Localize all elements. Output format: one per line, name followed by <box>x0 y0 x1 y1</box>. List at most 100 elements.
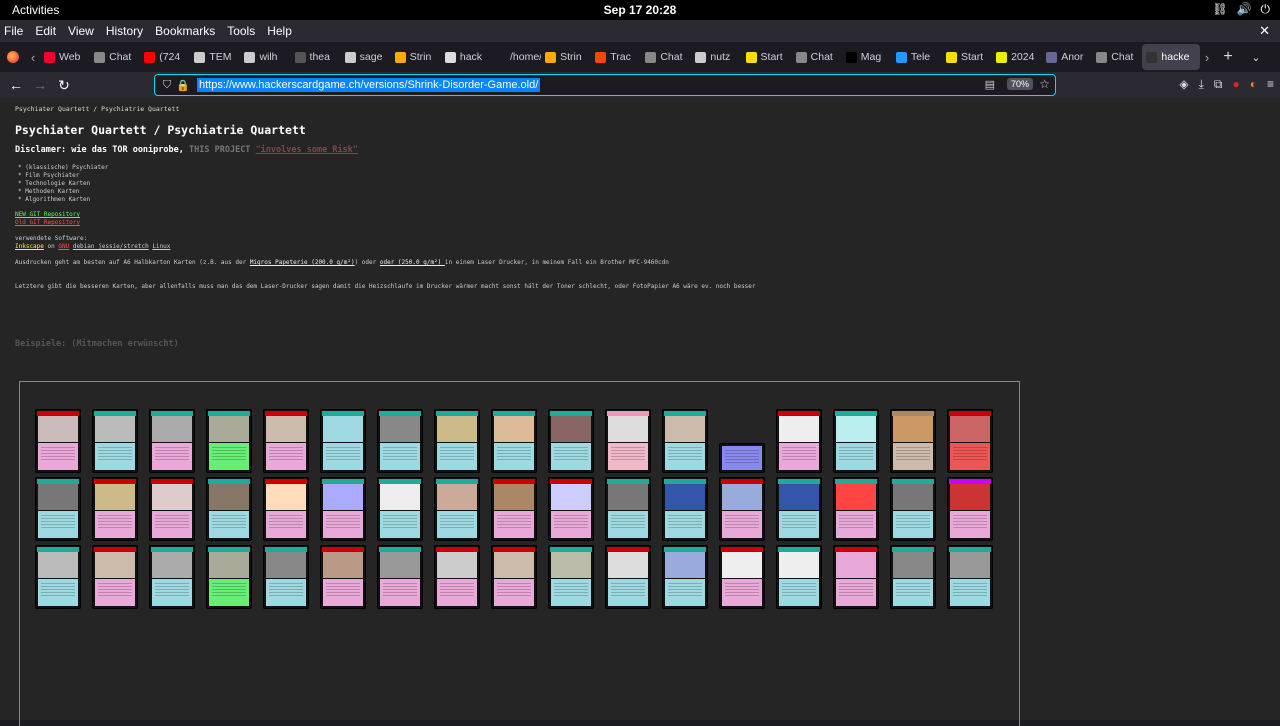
tab-19[interactable]: 2024 <box>992 44 1042 70</box>
tab-3[interactable]: TEM <box>190 44 240 70</box>
card-thumbnail[interactable] <box>377 477 423 541</box>
tab-12[interactable]: Chat <box>641 44 691 70</box>
clock[interactable]: Sep 17 20:28 <box>0 3 1280 17</box>
pocket-icon[interactable]: ◈ <box>1179 77 1188 92</box>
card-thumbnail[interactable] <box>548 409 594 473</box>
card-thumbnail[interactable] <box>548 477 594 541</box>
tab-7[interactable]: Strin <box>391 44 441 70</box>
url-text[interactable]: https://www.hackerscardgame.ch/versions/… <box>197 78 541 92</box>
card-thumbnail[interactable] <box>434 409 480 473</box>
card-thumbnail[interactable] <box>605 477 651 541</box>
card-thumbnail[interactable] <box>491 409 537 473</box>
firefox-view-icon[interactable] <box>0 42 26 72</box>
tracking-shield-icon[interactable]: ⛉ <box>159 79 175 92</box>
card-thumbnail[interactable] <box>662 409 708 473</box>
card-thumbnail[interactable] <box>149 409 195 473</box>
card-thumbnail[interactable] <box>320 409 366 473</box>
tab-8[interactable]: hack <box>441 44 491 70</box>
tab-1[interactable]: Chat <box>90 44 140 70</box>
tab-scroll-left-icon[interactable]: ‹ <box>26 50 40 65</box>
tab-17[interactable]: Tele <box>892 44 942 70</box>
card-thumbnail[interactable] <box>149 545 195 609</box>
tab-9[interactable]: /home/r <box>491 44 541 70</box>
oder-link[interactable]: oder (250.0 g/m²) <box>380 259 445 266</box>
extension-icon[interactable]: ◐ <box>1250 77 1257 92</box>
zoom-level-badge[interactable]: 70% <box>1006 78 1033 90</box>
card-thumbnail[interactable] <box>890 409 936 473</box>
tab-6[interactable]: sage <box>341 44 391 70</box>
card-thumbnail[interactable] <box>320 545 366 609</box>
card-thumbnail[interactable] <box>35 545 81 609</box>
card-thumbnail[interactable] <box>548 545 594 609</box>
back-icon[interactable]: ← <box>4 77 28 93</box>
tab-21[interactable]: Chat <box>1092 44 1142 70</box>
card-thumbnail[interactable] <box>35 409 81 473</box>
forward-icon[interactable]: → <box>28 77 52 93</box>
card-thumbnail[interactable] <box>491 477 537 541</box>
tab-2[interactable]: (724 <box>140 44 190 70</box>
card-thumbnail[interactable] <box>947 409 993 473</box>
extensions-icon[interactable]: ⧉ <box>1214 77 1223 92</box>
menu-view[interactable]: View <box>62 24 100 38</box>
new-tab-icon[interactable]: + <box>1214 48 1242 66</box>
reader-view-icon[interactable]: ▤ <box>985 78 995 91</box>
card-thumbnail[interactable] <box>263 477 309 541</box>
system-tray[interactable]: ⛓ 🔊 ⏻ <box>1212 2 1270 17</box>
tab-scroll-right-icon[interactable]: › <box>1200 50 1214 65</box>
card-thumbnail[interactable] <box>776 409 822 473</box>
tab-14[interactable]: Start <box>742 44 792 70</box>
disclaimer-risk-link[interactable]: "involves some Risk" <box>256 145 358 155</box>
menu-history[interactable]: History <box>100 24 149 38</box>
card-thumbnail[interactable] <box>833 545 879 609</box>
tab-5[interactable]: thea <box>291 44 341 70</box>
card-thumbnail[interactable] <box>377 545 423 609</box>
card-thumbnail[interactable] <box>206 477 252 541</box>
card-thumbnail[interactable] <box>149 477 195 541</box>
menu-hamburger-icon[interactable]: ≡ <box>1267 77 1274 92</box>
card-thumbnail[interactable] <box>719 545 765 609</box>
old-git-repository-link[interactable]: Old GIT Repository <box>15 219 80 226</box>
card-thumbnail[interactable] <box>719 477 765 541</box>
tab-18[interactable]: Start <box>942 44 992 70</box>
bookmark-star-icon[interactable]: ☆ <box>1039 77 1050 91</box>
card-thumbnail[interactable] <box>833 409 879 473</box>
card-thumbnail[interactable] <box>491 545 537 609</box>
card-thumbnail[interactable] <box>605 409 651 473</box>
card-thumbnail[interactable] <box>890 477 936 541</box>
card-thumbnail[interactable] <box>776 477 822 541</box>
menu-bookmarks[interactable]: Bookmarks <box>149 24 221 38</box>
card-thumbnail[interactable] <box>434 477 480 541</box>
tab-0[interactable]: Web <box>40 44 90 70</box>
card-thumbnail[interactable] <box>206 409 252 473</box>
card-thumbnail[interactable] <box>263 409 309 473</box>
card-thumbnail[interactable] <box>434 545 480 609</box>
tab-13[interactable]: nutz <box>691 44 741 70</box>
card-thumbnail[interactable] <box>92 409 138 473</box>
card-thumbnail[interactable] <box>662 545 708 609</box>
tab-10[interactable]: Strin <box>541 44 591 70</box>
menu-edit[interactable]: Edit <box>29 24 62 38</box>
window-close-icon[interactable]: ✕ <box>1259 23 1270 39</box>
debian-link[interactable]: debian jessie/stretch <box>73 243 149 250</box>
tab-16[interactable]: Mag <box>842 44 892 70</box>
card-thumbnail[interactable] <box>947 477 993 541</box>
list-all-tabs-icon[interactable]: ⌄ <box>1242 51 1270 64</box>
migros-link[interactable]: Migros Papeterie (200.0 g/m²) <box>250 259 355 266</box>
card-thumbnail[interactable] <box>320 477 366 541</box>
url-bar[interactable]: ⛉ 🔒 https://www.hackerscardgame.ch/versi… <box>154 74 1056 96</box>
tab-11[interactable]: Trac <box>591 44 641 70</box>
tab-15[interactable]: Chat <box>792 44 842 70</box>
card-thumbnail[interactable] <box>206 545 252 609</box>
card-thumbnail[interactable] <box>947 545 993 609</box>
card-thumbnail[interactable] <box>35 477 81 541</box>
lock-icon[interactable]: 🔒 <box>175 79 191 92</box>
card-thumbnail[interactable] <box>833 477 879 541</box>
new-git-repository-link[interactable]: NEW GIT Repository <box>15 211 80 218</box>
tab-22[interactable]: hacke✕ <box>1142 44 1200 70</box>
menu-file[interactable]: File <box>0 24 29 38</box>
card-thumbnail[interactable] <box>662 477 708 541</box>
tab-20[interactable]: Anor <box>1042 44 1092 70</box>
reload-icon[interactable]: ↻ <box>52 77 76 94</box>
linux-link[interactable]: Linux <box>152 243 170 250</box>
gnu-link[interactable]: GNU <box>58 243 69 250</box>
